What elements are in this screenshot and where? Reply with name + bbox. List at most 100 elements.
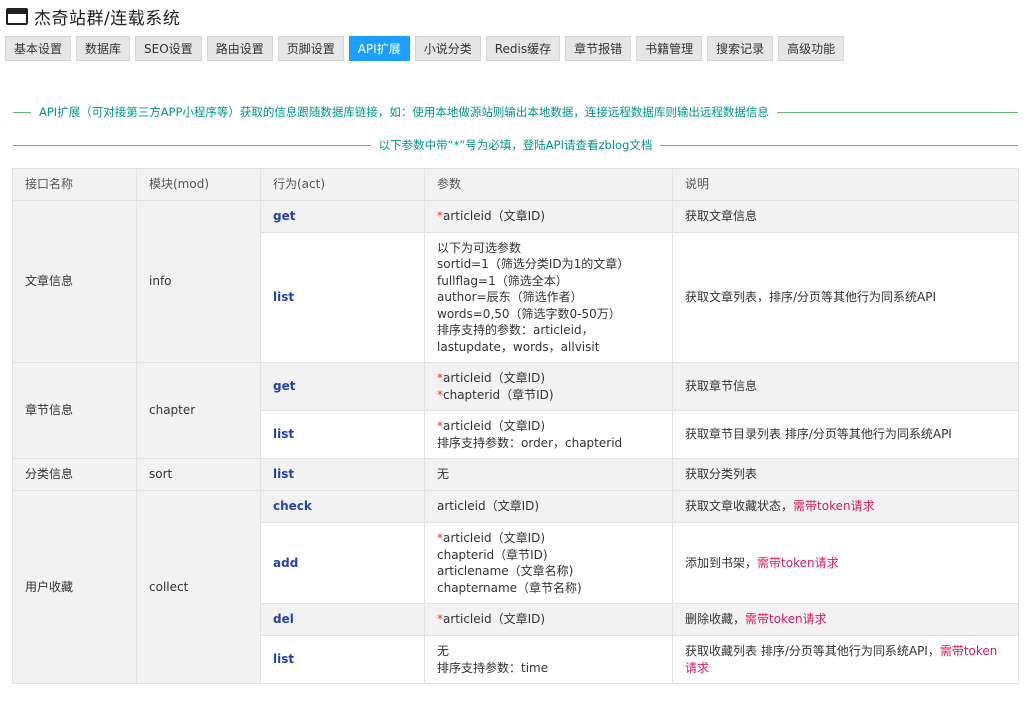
tab-7[interactable]: Redis缓存 — [485, 36, 561, 61]
param-text: 排序支持的参数：articleid，lastupdate，words，allvi… — [437, 323, 600, 354]
module-cell: sort — [136, 458, 261, 491]
params-cell: 无排序支持参数：time — [424, 635, 673, 684]
param-text: 排序支持参数：time — [437, 660, 549, 675]
divider-line-right — [660, 144, 1019, 146]
param-line: words=0,50（筛选字数0-50万） — [437, 306, 660, 323]
param-line: 排序支持参数：time — [437, 660, 660, 677]
header-desc: 说明 — [672, 168, 1019, 201]
desc-text: 获取收藏列表 排序/分页等其他行为同系统API， — [685, 644, 940, 658]
tab-0[interactable]: 基本设置 — [5, 36, 72, 61]
params-cell: *articleid（文章ID) — [424, 603, 673, 636]
param-text: chapterid（章节ID) — [437, 547, 548, 562]
action-cell: get — [260, 362, 425, 411]
desc-text: 获取章节信息 — [685, 379, 758, 394]
action-cell: list — [260, 232, 425, 363]
param-line: *chapterid（章节ID) — [437, 387, 660, 404]
param-text: articlename（文章名称) — [437, 564, 574, 578]
header-action: 行为(act) — [260, 168, 425, 201]
table-row: 用户收藏 collect check articleid（文章ID) 获取文章收藏状态，… — [12, 490, 1019, 684]
desc-cell: 获取收藏列表 排序/分页等其他行为同系统API，需带token请求 — [672, 635, 1019, 684]
param-line: 无 — [437, 643, 660, 660]
desc-text: 删除收藏， — [685, 612, 746, 627]
params-cell: articleid（文章ID) — [424, 490, 673, 523]
header-params: 参数 — [424, 168, 673, 201]
desc-text: 获取文章收藏状态， — [685, 499, 794, 514]
param-text: words=0,50（筛选字数0-50万） — [437, 306, 621, 321]
tab-6[interactable]: 小说分类 — [414, 36, 481, 61]
desc-cell: 获取章节目录列表 排序/分页等其他行为同系统API — [672, 410, 1019, 459]
tab-2[interactable]: SEO设置 — [135, 36, 202, 61]
desc-cell: 获取文章收藏状态，需带token请求 — [672, 490, 1019, 523]
param-line: articlename（文章名称) — [437, 563, 660, 580]
action-cell: check — [260, 490, 425, 523]
param-line: *articleid（文章ID) — [437, 208, 660, 225]
desc-cell: 获取文章列表，排序/分页等其他行为同系统API — [672, 232, 1019, 363]
divider-line-right — [776, 111, 1018, 113]
param-text: 以下为可选参数 — [437, 240, 522, 255]
required-divider: 以下参数中带“*”号为必填，登陆API请查看zblog文档 — [13, 137, 1019, 153]
param-text: articleid（文章ID) — [443, 531, 546, 545]
action-cell: list — [260, 458, 425, 491]
required-note: 以下参数中带“*”号为必填，登陆API请查看zblog文档 — [378, 138, 653, 152]
table-row: 分类信息 sort list 无 获取分类列表 — [12, 458, 1019, 491]
tab-3[interactable]: 路由设置 — [206, 36, 273, 61]
api-name-cell: 分类信息 — [12, 458, 137, 491]
token-required-note: 需带token请求 — [757, 555, 839, 570]
desc-text: 获取文章信息 — [685, 209, 758, 224]
param-text: 排序支持参数：order，chapterid — [437, 435, 623, 450]
desc-text: 获取章节目录列表 排序/分页等其他行为同系统API — [685, 427, 952, 442]
params-cell: *articleid（文章ID) 排序支持参数：order，chapterid — [424, 410, 673, 459]
action-cell: add — [260, 522, 425, 604]
params-cell: *articleid（文章ID) — [424, 200, 673, 233]
param-text: articleid（文章ID) — [443, 419, 546, 433]
param-line: articleid（文章ID) — [437, 498, 660, 515]
tab-11[interactable]: 高级功能 — [778, 36, 845, 61]
tab-1[interactable]: 数据库 — [76, 36, 131, 61]
params-cell: 以下为可选参数 sortid=1（筛选分类ID为1的文章） fullflag=1（筛… — [424, 232, 673, 363]
desc-text: 获取分类列表 — [685, 467, 758, 482]
table-header-row: 接口名称 模块(mod) 行为(act) 参数 说明 — [12, 168, 1019, 201]
api-table: 接口名称 模块(mod) 行为(act) 参数 说明 文章信息 info get *a… — [12, 168, 1019, 684]
module-cell: chapter — [136, 362, 261, 459]
page-title: 杰奇站群/连载系统 — [34, 8, 181, 29]
param-text: chapterid（章节ID) — [443, 387, 554, 402]
desc-text: 获取文章列表，排序/分页等其他行为同系统API — [685, 290, 937, 305]
token-required-note: 需带token请求 — [745, 612, 827, 627]
param-text: 无 — [437, 467, 450, 482]
desc-cell: 获取章节信息 — [672, 362, 1019, 411]
param-text: author=辰东（筛选作者） — [437, 290, 583, 305]
tab-4[interactable]: 页脚设置 — [277, 36, 344, 61]
param-text: articleid（文章ID) — [443, 612, 546, 627]
tab-8[interactable]: 章节报错 — [565, 36, 632, 61]
param-line: *articleid（文章ID) — [437, 530, 660, 547]
params-cell: *articleid（文章ID) *chapterid（章节ID) — [424, 362, 673, 411]
api-name-cell: 章节信息 — [12, 362, 137, 459]
token-required-note: 需带token请求 — [793, 499, 875, 514]
param-line: 以下为可选参数 — [437, 240, 660, 257]
desc-cell: 删除收藏，需带token请求 — [672, 603, 1019, 636]
param-text: articleid（文章ID) — [443, 209, 546, 224]
param-line: author=辰东（筛选作者） — [437, 289, 660, 306]
tab-9[interactable]: 书籍管理 — [636, 36, 703, 61]
table-row: 章节信息 chapter get *articleid（文章ID) *chapterid… — [12, 362, 1019, 459]
param-line: 排序支持参数：order，chapterid — [437, 435, 660, 452]
header-api-name: 接口名称 — [12, 168, 137, 201]
tab-5[interactable]: API扩展 — [348, 36, 410, 61]
action-cell: list — [260, 635, 425, 684]
desc-cell: 添加到书架，需带token请求 — [672, 522, 1019, 604]
action-cell: get — [260, 200, 425, 233]
params-cell: 无 — [424, 458, 673, 491]
param-line: chaptername（章节名称) — [437, 580, 660, 597]
desc-text: 添加到书架， — [685, 555, 758, 570]
app-header: 杰奇站群/连载系统 — [6, 4, 181, 29]
intro-divider: API扩展（可对接第三方APP小程序等）获取的信息跟随数据库链接，如：使用本地做… — [13, 104, 1018, 120]
param-line: sortid=1（筛选分类ID为1的文章） — [437, 256, 660, 273]
tab-10[interactable]: 搜索记录 — [707, 36, 774, 61]
desc-cell: 获取文章信息 — [672, 200, 1019, 233]
param-line: *articleid（文章ID) — [437, 370, 660, 387]
param-line: *articleid（文章ID) — [437, 611, 660, 628]
param-text: sortid=1（筛选分类ID为1的文章） — [437, 257, 630, 272]
api-name-cell: 用户收藏 — [12, 490, 137, 684]
param-line: 无 — [437, 466, 660, 483]
param-text: 无 — [437, 644, 450, 658]
